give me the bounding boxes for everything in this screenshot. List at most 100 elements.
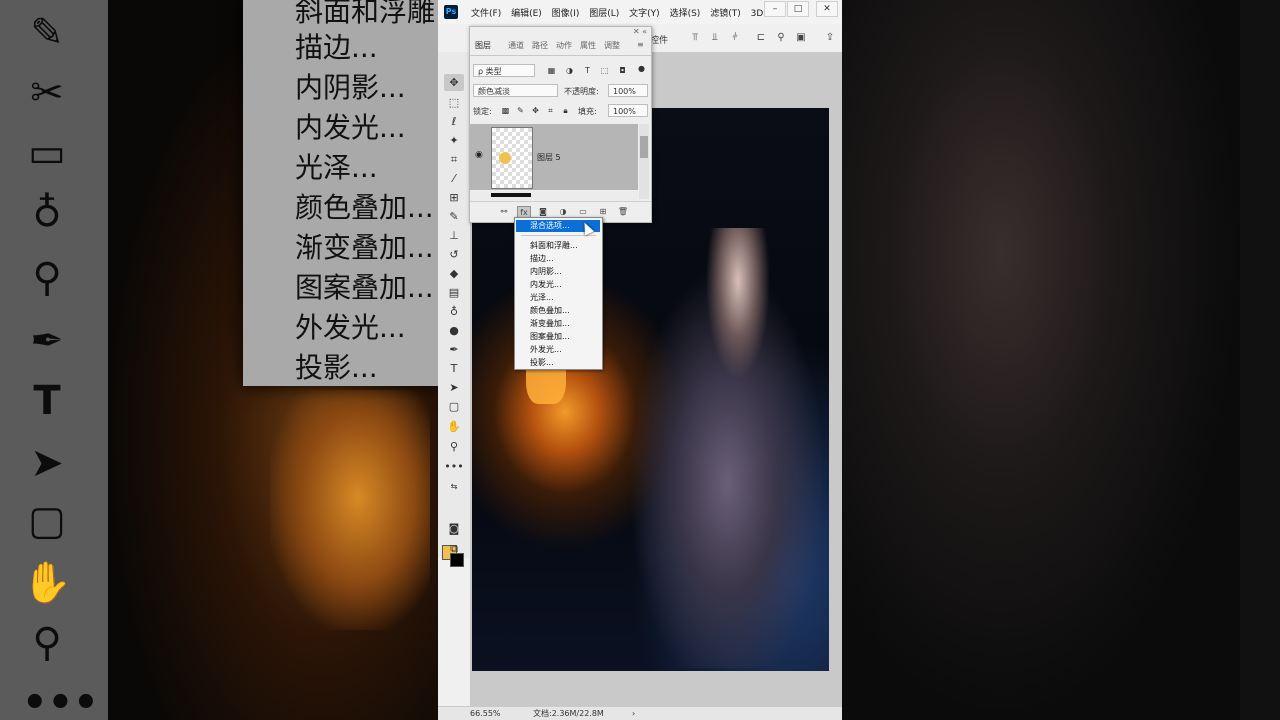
- filter-adjustment-icon[interactable]: ◑: [564, 65, 575, 76]
- quick-mask-icon[interactable]: ◙: [444, 520, 464, 537]
- background-lantern: [270, 390, 430, 630]
- swap-colors-icon[interactable]: ⇆: [444, 478, 464, 495]
- background-menu-zoomed: 斜面和浮雕... 描边... 内阴影... 内发光... 光泽... 颜色叠加.…: [243, 0, 462, 386]
- filter-smart-icon[interactable]: ◘: [617, 65, 628, 76]
- gradient-overlay-item[interactable]: 渐变叠加...: [530, 318, 570, 329]
- lasso-tool-icon[interactable]: ℓ: [444, 113, 464, 130]
- pen-tool-icon[interactable]: ✒: [444, 341, 464, 358]
- workspace-icon[interactable]: ▣: [794, 31, 808, 45]
- tab-channels[interactable]: 通道: [508, 40, 524, 51]
- menu-edit[interactable]: 编辑(E): [511, 9, 542, 19]
- panel-tabs: 图层 通道 路径 动作 属性 调整 ≡: [470, 35, 651, 56]
- pattern-overlay-item[interactable]: 图案叠加...: [530, 331, 570, 342]
- tab-properties[interactable]: 属性: [580, 40, 596, 51]
- blur-tool-icon[interactable]: ♁: [444, 303, 464, 320]
- menu-3d[interactable]: 3D: [751, 9, 764, 19]
- background-right-strip: [1240, 0, 1280, 720]
- inner-glow-item[interactable]: 内发光...: [530, 279, 562, 290]
- bg-menu-item: 外发光...: [295, 311, 406, 344]
- zoom-tool-icon[interactable]: ⚲: [444, 438, 464, 455]
- layer-row[interactable]: [470, 191, 638, 201]
- menu-file[interactable]: 文件(F): [471, 9, 501, 19]
- lock-image-icon[interactable]: ✎: [515, 105, 526, 116]
- type-tool-icon[interactable]: T: [444, 360, 464, 377]
- move-tool-icon[interactable]: ✥: [444, 74, 464, 91]
- background-photo-right: [842, 0, 1240, 720]
- filter-shape-icon[interactable]: ⬚: [599, 65, 610, 76]
- menu-image[interactable]: 图像(I): [552, 9, 580, 19]
- layers-scrollbar[interactable]: [639, 124, 649, 199]
- satin-item[interactable]: 光泽...: [530, 292, 554, 303]
- layer-thumbnail[interactable]: [491, 127, 533, 189]
- dodge-tool-icon[interactable]: ●: [444, 322, 464, 339]
- visibility-eye-icon[interactable]: ◉: [475, 150, 483, 160]
- eyedropper-tool-icon[interactable]: ⁄: [444, 170, 464, 187]
- bg-menu-item: 内发光...: [295, 111, 406, 144]
- screen-mode-icon[interactable]: ⧉: [444, 540, 464, 557]
- opacity-label: 不透明度:: [564, 87, 599, 96]
- brush-tool-icon[interactable]: ✎: [444, 208, 464, 225]
- patch-tool-icon[interactable]: ⊞: [444, 189, 464, 206]
- drop-shadow-item[interactable]: 投影...: [530, 357, 554, 368]
- crop-tool-icon[interactable]: ⌗: [444, 151, 464, 168]
- magic-wand-tool-icon[interactable]: ✦: [444, 132, 464, 149]
- layer-thumbnail: [491, 193, 531, 197]
- lock-artboard-icon[interactable]: ⌗: [545, 105, 556, 116]
- scrollbar-thumb[interactable]: [640, 136, 648, 158]
- options-label: 控件: [650, 36, 669, 46]
- more-tools-icon[interactable]: •••: [444, 458, 464, 475]
- link-layers-icon[interactable]: ⚯: [498, 206, 510, 218]
- align-top-icon[interactable]: ⫪: [688, 31, 702, 45]
- path-select-tool-icon[interactable]: ➤: [444, 379, 464, 396]
- maximize-button[interactable]: □: [787, 1, 809, 17]
- menu-type[interactable]: 文字(Y): [629, 9, 660, 19]
- stamp-tool-icon[interactable]: ⊥: [444, 227, 464, 244]
- bevel-emboss-item[interactable]: 斜面和浮雕...: [530, 240, 578, 251]
- lock-transparent-icon[interactable]: ▩: [500, 105, 511, 116]
- panel-menu-icon[interactable]: ≡: [637, 40, 644, 49]
- opacity-field[interactable]: 100%: [608, 84, 648, 97]
- align-bottom-icon[interactable]: ⫩: [728, 31, 742, 45]
- distribute-icon[interactable]: ⊏: [754, 31, 768, 45]
- filter-type-select[interactable]: ρ 类型: [473, 64, 535, 77]
- stroke-item[interactable]: 描边...: [530, 253, 554, 264]
- align-middle-icon[interactable]: ⫫: [708, 31, 722, 45]
- lock-all-icon[interactable]: 🔒︎: [560, 105, 571, 116]
- close-button[interactable]: ✕: [816, 1, 838, 17]
- filter-pixel-icon[interactable]: ▦: [546, 65, 557, 76]
- share-icon[interactable]: ⇪: [823, 31, 837, 45]
- inner-shadow-item[interactable]: 内阴影...: [530, 266, 562, 277]
- minimize-button[interactable]: –: [764, 1, 786, 17]
- gradient-tool-icon[interactable]: ▤: [444, 284, 464, 301]
- tab-paths[interactable]: 路径: [532, 40, 548, 51]
- menu-bar: Ps 文件(F) 编辑(E) 图像(I) 图层(L) 文字(Y) 选择(S) 滤…: [438, 0, 842, 25]
- tab-actions[interactable]: 动作: [556, 40, 572, 51]
- color-overlay-item[interactable]: 颜色叠加...: [530, 305, 570, 316]
- history-brush-tool-icon[interactable]: ↺: [444, 246, 464, 263]
- lock-position-icon[interactable]: ✥: [530, 105, 541, 116]
- tab-layers[interactable]: 图层: [475, 40, 491, 51]
- lock-label: 锁定:: [473, 107, 492, 116]
- delete-layer-icon[interactable]: 🗑︎: [617, 206, 629, 218]
- background-toolbar-zoomed: ✎ ✂ ▭ ♁ ⚲ ✒ T ➤ ▢ ✋ ⚲ •••: [0, 0, 108, 720]
- filter-toggle-icon[interactable]: ●: [636, 63, 647, 74]
- marquee-tool-icon[interactable]: ⬚: [444, 94, 464, 111]
- blend-mode-select[interactable]: 颜色减淡: [473, 84, 558, 97]
- outer-glow-item[interactable]: 外发光...: [530, 344, 562, 355]
- menu-filter[interactable]: 滤镜(T): [710, 9, 741, 19]
- bg-blur-icon: ♁: [32, 190, 62, 236]
- eraser-tool-icon[interactable]: ◆: [444, 265, 464, 282]
- hand-tool-icon[interactable]: ✋: [444, 418, 464, 435]
- layer-name[interactable]: 图层 5: [537, 152, 561, 163]
- bg-hand-icon: ✋: [22, 560, 72, 606]
- fill-field[interactable]: 100%: [608, 104, 648, 117]
- filter-type-icon[interactable]: T: [582, 65, 593, 76]
- menu-layer[interactable]: 图层(L): [589, 9, 619, 19]
- bg-type-icon: T: [33, 378, 61, 424]
- rectangle-tool-icon[interactable]: ▢: [444, 398, 464, 415]
- tab-adjustments[interactable]: 调整: [604, 40, 620, 51]
- layer-row[interactable]: ◉ 图层 5: [470, 124, 638, 190]
- search-icon[interactable]: ⚲: [774, 31, 788, 45]
- status-arrow-icon[interactable]: ›: [632, 707, 635, 720]
- menu-select[interactable]: 选择(S): [670, 9, 701, 19]
